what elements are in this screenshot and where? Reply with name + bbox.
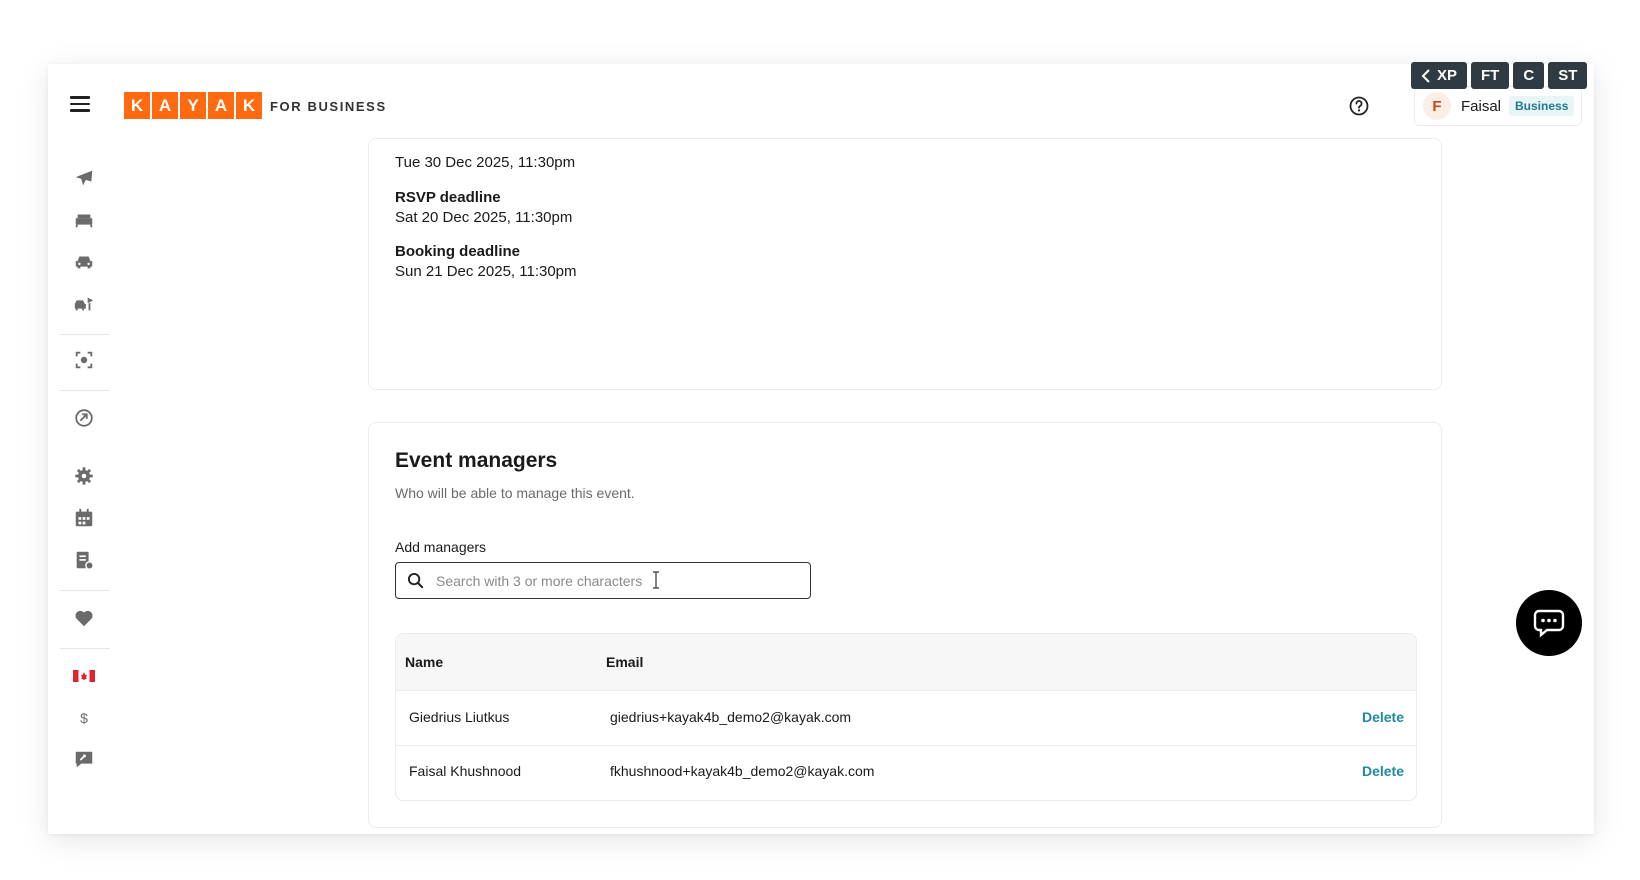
c-button[interactable]: C [1513,62,1545,89]
booking-deadline-value: Sun 21 Dec 2025, 11:30pm [395,263,577,280]
logo-letter: A [152,92,178,119]
logo-subtitle: FOR BUSINESS [270,99,387,114]
column-header-email: Email [606,654,644,670]
app-window: K A Y A K FOR BUSINESS F Faisal Business [48,64,1594,834]
favorites-icon[interactable] [72,606,96,630]
section-title: Event managers [395,449,558,472]
top-bar: K A Y A K FOR BUSINESS F Faisal Business [48,64,1594,149]
hamburger-menu-icon[interactable] [70,96,90,112]
cars-icon[interactable] [72,250,96,274]
event-managers-card: Event managers Who will be able to manag… [368,422,1442,828]
chevron-left-icon [1421,68,1430,83]
manager-name: Giedrius Liutkus [409,709,510,725]
event-dates-card: Tue 30 Dec 2025, 11:30pm RSVP deadline S… [368,138,1442,390]
trips-icon[interactable] [72,406,96,430]
rsvp-deadline-value: Sat 20 Dec 2025, 11:30pm [395,209,573,226]
currency-icon[interactable]: $ [72,706,96,730]
delete-manager-button[interactable]: Delete [1362,709,1404,725]
sidebar-divider [60,390,110,391]
logo-letter: K [236,92,262,119]
st-button[interactable]: ST [1548,62,1588,89]
section-subtitle: Who will be able to manage this event. [395,485,635,501]
end-date-value: Tue 30 Dec 2025, 11:30pm [395,154,576,171]
text-cursor-icon [653,571,659,589]
explore-icon[interactable] [72,348,96,372]
chat-button[interactable] [1516,590,1582,656]
logo-letter: A [208,92,234,119]
canada-flag-icon[interactable] [72,664,96,688]
reports-icon[interactable] [72,548,96,572]
delete-manager-button[interactable]: Delete [1362,763,1404,779]
logo-letter: K [124,92,150,119]
dev-toolbar: XP FT C ST [1411,62,1588,89]
xp-label: XP [1437,67,1458,84]
ft-button[interactable]: FT [1471,62,1510,89]
logo-letter: Y [180,92,206,119]
user-menu[interactable]: F Faisal Business [1414,86,1582,126]
sidebar-divider [60,648,110,649]
feedback-icon[interactable] [72,748,96,772]
rsvp-deadline-label: RSVP deadline [395,189,501,206]
avatar: F [1423,92,1451,120]
settings-icon[interactable] [72,464,96,488]
flights-icon[interactable] [72,166,96,190]
managers-table: Name Email Giedrius Liutkus giedrius+kay… [395,633,1417,801]
user-name: Faisal [1461,97,1502,115]
manager-email: fkhushnood+kayak4b_demo2@kayak.com [610,763,875,779]
stays-icon[interactable] [72,208,96,232]
column-header-name: Name [405,654,444,670]
chat-bubble-icon [1533,609,1565,638]
manager-search-field[interactable] [395,562,811,599]
main-content: Tue 30 Dec 2025, 11:30pm RSVP deadline S… [120,138,1594,834]
manager-search-input[interactable] [434,569,798,593]
sidebar-divider [60,590,110,591]
search-icon [407,572,424,589]
table-row: Faisal Khushnood fkhushnood+kayak4b_demo… [396,744,1416,799]
sidebar-nav: $ [48,148,121,834]
calendar-icon[interactable] [72,506,96,530]
booking-deadline-label: Booking deadline [395,243,521,260]
manager-name: Faisal Khushnood [409,763,522,779]
flight-hotel-icon[interactable] [72,292,96,316]
kayak-logo[interactable]: K A Y A K [124,92,262,119]
account-type-badge: Business [1509,96,1575,116]
table-header: Name Email [396,634,1416,691]
sidebar-divider [60,334,110,335]
add-managers-label: Add managers [395,539,487,555]
help-icon[interactable] [1348,95,1370,117]
table-row: Giedrius Liutkus giedrius+kayak4b_demo2@… [396,690,1416,746]
xp-button[interactable]: XP [1411,62,1468,89]
manager-email: giedrius+kayak4b_demo2@kayak.com [610,709,852,725]
